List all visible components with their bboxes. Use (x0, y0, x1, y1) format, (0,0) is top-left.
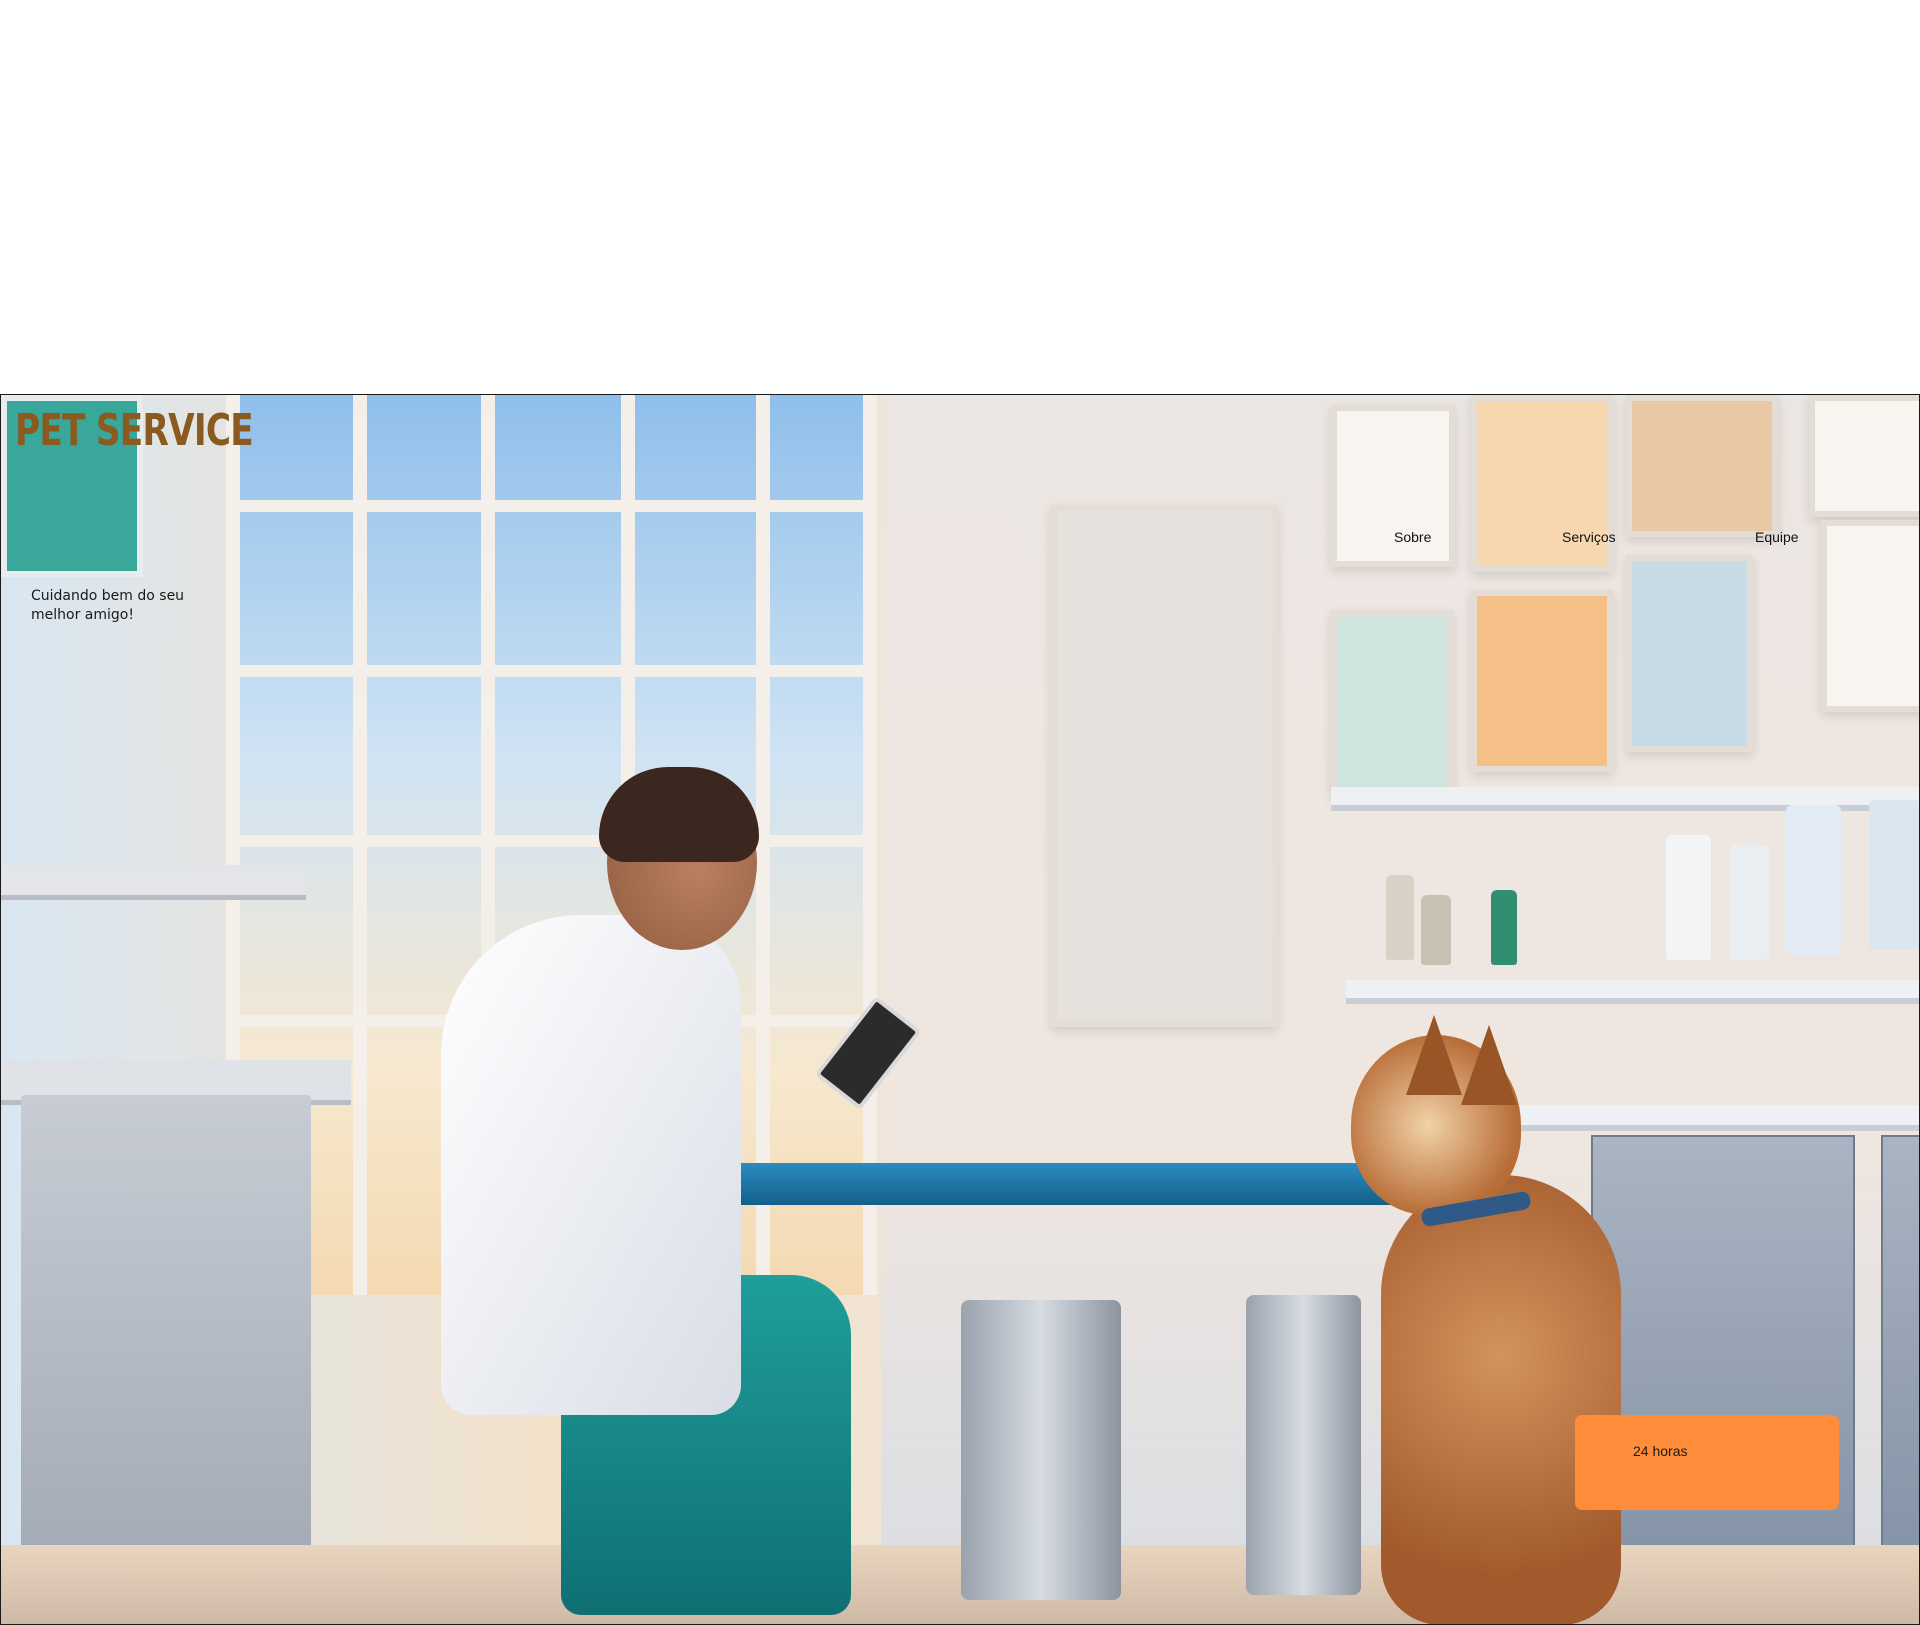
bottle (1421, 895, 1451, 965)
window-frame (226, 835, 876, 847)
hero-section: PET SERVICE Cuidando bem do seu melhor a… (0, 394, 1920, 1625)
poster (1626, 395, 1778, 537)
counter (1, 865, 306, 900)
window-frame (226, 500, 876, 512)
exam-table (691, 1163, 1411, 1205)
brand-logo[interactable]: PET SERVICE (15, 409, 254, 453)
cta-24-horas-button[interactable]: 24 horas (1575, 1415, 1839, 1510)
nav-link-sobre[interactable]: Sobre (1394, 529, 1431, 545)
poster (1051, 505, 1278, 1027)
nav-link-equipe[interactable]: Equipe (1755, 529, 1799, 545)
hero-tagline: Cuidando bem do seu melhor amigo! (31, 588, 185, 623)
shelf (1451, 1105, 1919, 1131)
floor (1, 1545, 1919, 1624)
dog-figure (1461, 1025, 1517, 1105)
bottle (1869, 800, 1919, 950)
bottle (1386, 875, 1414, 960)
poster (1331, 610, 1453, 797)
main-nav: Sobre Serviços Equipe (1, 529, 1919, 549)
poster (1626, 555, 1753, 752)
cta-label: 24 horas (1633, 1443, 1688, 1459)
nav-link-servicos[interactable]: Serviços (1562, 529, 1616, 545)
bottle (1666, 835, 1711, 960)
shelf (1346, 980, 1919, 1004)
dog-figure (1381, 1175, 1621, 1624)
dog-figure (1406, 1015, 1462, 1095)
window-frame (226, 665, 876, 677)
table-leg (1246, 1295, 1361, 1595)
bottle (1491, 890, 1517, 965)
table-leg (961, 1300, 1121, 1600)
bottle (1729, 845, 1769, 960)
vet-figure (441, 915, 741, 1415)
bottle (1786, 805, 1841, 955)
poster (1809, 395, 1919, 517)
poster (1471, 590, 1613, 772)
